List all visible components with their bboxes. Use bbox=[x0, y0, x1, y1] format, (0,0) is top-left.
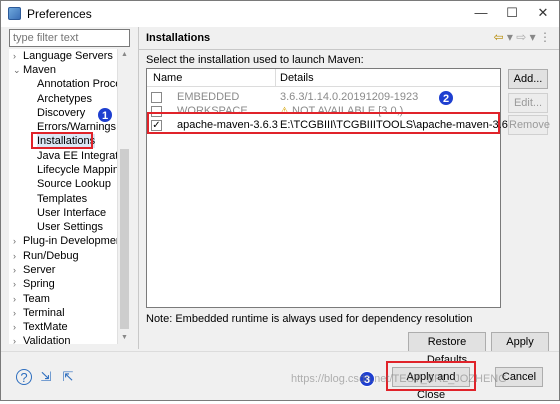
scroll-up-icon[interactable]: ▲ bbox=[118, 49, 131, 61]
tree-item-plugin-development[interactable]: › Plug-in Development bbox=[13, 234, 125, 248]
highlight-maven-row bbox=[147, 112, 500, 134]
tree-item-maven[interactable]: ⌄ Maven bbox=[13, 63, 56, 77]
back-arrow-icon[interactable]: ⇦ bbox=[493, 30, 503, 44]
scroll-thumb[interactable] bbox=[120, 149, 129, 329]
page-title: Installations bbox=[146, 32, 211, 44]
tree-item-team[interactable]: › Team bbox=[13, 292, 50, 306]
tree-item-source-lookup[interactable]: Source Lookup bbox=[37, 177, 111, 191]
highlight-installations bbox=[31, 132, 93, 149]
close-button[interactable]: ✕ bbox=[531, 4, 555, 22]
page-header: Installations ⇦ ▾ ⇨ ▾ ⋮ bbox=[139, 27, 559, 49]
minimize-button[interactable]: — bbox=[469, 4, 493, 22]
chevron-right-icon: › bbox=[13, 236, 16, 246]
bottom-separator bbox=[1, 351, 559, 352]
step-badge-1: 1 bbox=[97, 107, 113, 123]
restore-defaults-button[interactable]: Restore Defaults bbox=[408, 332, 486, 366]
tree-item-language-servers[interactable]: › Language Servers bbox=[13, 49, 113, 63]
preferences-tree: › Language Servers ⌄ Maven Annotation Proc… bbox=[9, 49, 130, 344]
tree-scrollbar[interactable]: ▲ ▼ bbox=[117, 49, 130, 344]
chevron-right-icon: › bbox=[13, 265, 16, 275]
forward-arrow-icon[interactable]: ⇨ bbox=[516, 30, 526, 44]
tree-item-spring[interactable]: › Spring bbox=[13, 277, 55, 291]
tree-item-archetypes[interactable]: Archetypes bbox=[37, 92, 92, 106]
help-icon[interactable]: ? bbox=[16, 369, 32, 385]
tree-item-validation[interactable]: › Validation bbox=[13, 334, 71, 344]
table-header: Name Details bbox=[147, 69, 500, 87]
tree-item-terminal[interactable]: › Terminal bbox=[13, 306, 65, 320]
checkbox[interactable] bbox=[151, 92, 162, 103]
menu-icon[interactable]: ⋮ bbox=[539, 30, 551, 44]
column-header-details[interactable]: Details bbox=[280, 72, 314, 84]
title-bar: Preferences — ☐ ✕ bbox=[1, 1, 559, 27]
embedded-runtime-note: Note: Embedded runtime is always used fo… bbox=[146, 313, 473, 325]
chevron-right-icon: › bbox=[13, 294, 16, 304]
column-header-name[interactable]: Name bbox=[153, 72, 182, 84]
tree-item-server[interactable]: › Server bbox=[13, 263, 55, 277]
apply-button[interactable]: Apply bbox=[491, 332, 549, 352]
dropdown-icon[interactable]: ▾ bbox=[530, 30, 536, 44]
chevron-down-icon: ⌄ bbox=[13, 65, 21, 75]
window-title: Preferences bbox=[27, 7, 92, 21]
chevron-right-icon: › bbox=[13, 322, 16, 332]
edit-button[interactable]: Edit... bbox=[508, 93, 548, 113]
column-separator bbox=[275, 69, 276, 87]
navigation-icons: ⇦ ▾ ⇨ ▾ ⋮ bbox=[493, 30, 551, 44]
add-button[interactable]: Add... bbox=[508, 69, 548, 89]
chevron-right-icon: › bbox=[13, 279, 16, 289]
tree-item-discovery[interactable]: Discovery bbox=[37, 106, 85, 120]
panel-divider bbox=[138, 27, 139, 349]
step-badge-2: 2 bbox=[438, 90, 454, 106]
preferences-window: Preferences — ☐ ✕ ›Language Servers ⌄Mav… bbox=[0, 0, 560, 401]
chevron-right-icon: › bbox=[13, 308, 16, 318]
header-separator bbox=[139, 49, 559, 50]
tree-item-textmate[interactable]: › TextMate bbox=[13, 320, 68, 334]
dropdown-icon[interactable]: ▾ bbox=[507, 30, 513, 44]
tree-item-templates[interactable]: Templates bbox=[37, 192, 87, 206]
maximize-button[interactable]: ☐ bbox=[500, 4, 524, 22]
tree-item-user-interface[interactable]: User Interface bbox=[37, 206, 106, 220]
scroll-down-icon[interactable]: ▼ bbox=[118, 332, 131, 344]
chevron-right-icon: › bbox=[13, 336, 16, 344]
watermark: https://blog.csdn.net/TEST_BRL_JOZHENG bbox=[291, 373, 507, 385]
app-icon bbox=[8, 7, 21, 20]
import-icon[interactable]: ⇲ bbox=[38, 369, 54, 385]
tree-item-run-debug[interactable]: › Run/Debug bbox=[13, 249, 79, 263]
remove-button[interactable]: Remove bbox=[508, 115, 550, 135]
tree-item-user-settings[interactable]: User Settings bbox=[37, 220, 103, 234]
filter-input[interactable] bbox=[9, 29, 130, 47]
export-icon[interactable]: ⇱ bbox=[60, 369, 76, 385]
chevron-right-icon: › bbox=[13, 251, 16, 261]
chevron-right-icon: › bbox=[13, 51, 16, 61]
page-description: Select the installation used to launch M… bbox=[146, 54, 364, 66]
